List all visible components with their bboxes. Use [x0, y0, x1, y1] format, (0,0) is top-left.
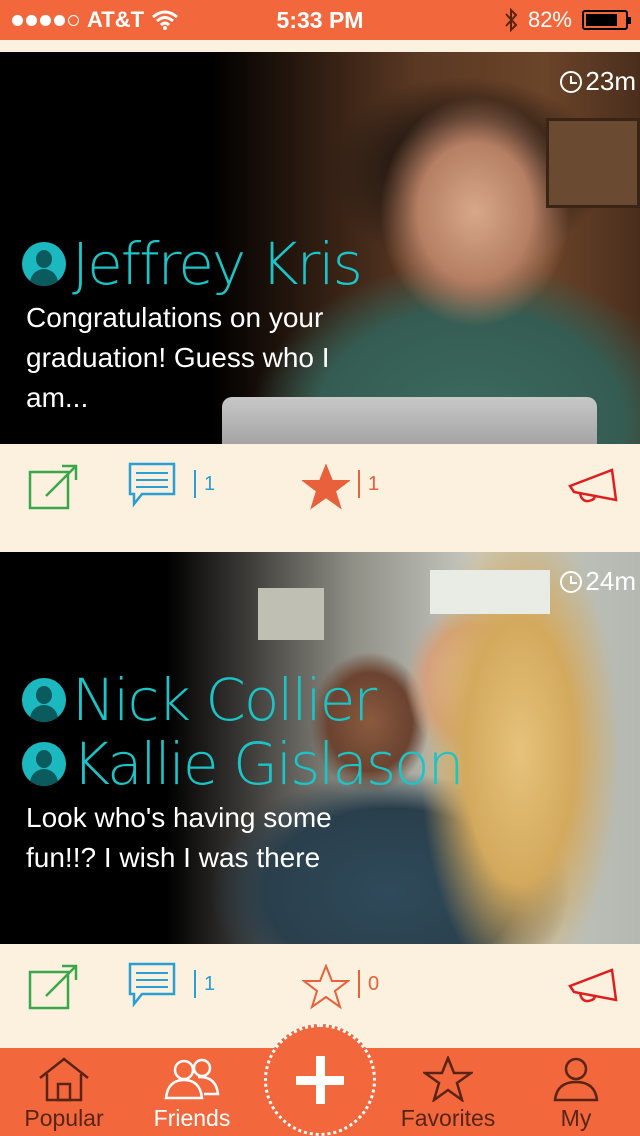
share-icon[interactable]: [28, 462, 82, 512]
post-caption: Look who's having some fun!!? I wish I w…: [26, 802, 332, 873]
tab-label: Friends: [153, 1105, 231, 1131]
person-name[interactable]: Kallie Gislason: [72, 732, 464, 796]
post-photo[interactable]: 24m Nick Collier Kallie Gislason Look wh…: [0, 552, 640, 944]
battery-fill: [586, 14, 618, 26]
person-name[interactable]: Nick Collier: [72, 668, 377, 732]
tab-label: Popular: [24, 1105, 104, 1131]
tab-favorites[interactable]: Favorites: [384, 1048, 512, 1136]
comment-icon[interactable]: [128, 962, 176, 1008]
person-name[interactable]: Jeffrey Kris: [72, 232, 363, 296]
timestamp-text: 23m: [585, 66, 636, 96]
megaphone-icon[interactable]: [568, 466, 620, 506]
tagged-person[interactable]: Nick Collier: [22, 668, 462, 732]
post-timestamp: 23m: [560, 66, 636, 97]
plus-icon-vertical: [315, 1056, 325, 1104]
person-icon: [22, 742, 66, 786]
user-icon: [553, 1057, 599, 1102]
megaphone-icon[interactable]: [568, 966, 620, 1006]
tab-popular[interactable]: Popular: [0, 1048, 128, 1136]
clock-icon: [560, 570, 583, 593]
clock-icon: [560, 70, 583, 93]
star-icon[interactable]: [302, 464, 350, 510]
favorite-count: 1: [358, 470, 379, 498]
status-right: 82%: [504, 0, 631, 40]
feed-post[interactable]: 24m Nick Collier Kallie Gislason Look wh…: [0, 552, 640, 1052]
photo-sign: [258, 588, 324, 640]
tab-label: My: [560, 1105, 592, 1131]
feed-post[interactable]: 23m Jeffrey Kris Congratulations on your…: [0, 52, 640, 552]
favorite-count: 0: [358, 970, 379, 998]
timestamp-text: 24m: [585, 566, 636, 596]
home-icon: [39, 1057, 89, 1102]
star-outline-icon: [423, 1056, 473, 1102]
photo-wall-frame: [546, 118, 640, 208]
comment-icon[interactable]: [128, 462, 176, 508]
tab-friends[interactable]: Friends: [128, 1048, 256, 1136]
tab-my[interactable]: My: [512, 1048, 640, 1136]
tab-label: Favorites: [400, 1105, 496, 1131]
post-photo[interactable]: 23m Jeffrey Kris Congratulations on your…: [0, 52, 640, 444]
post-timestamp: 24m: [560, 566, 636, 597]
bluetooth-icon: [505, 8, 518, 32]
tagged-person[interactable]: Jeffrey Kris: [22, 232, 363, 296]
post-action-bar: 1 1: [0, 444, 640, 552]
tagged-names: Nick Collier Kallie Gislason: [22, 668, 464, 796]
battery-icon: [582, 10, 631, 30]
share-icon[interactable]: [28, 962, 82, 1012]
comment-count: 1: [194, 470, 215, 498]
person-icon: [22, 242, 66, 286]
friends-icon: [164, 1058, 220, 1100]
add-post-button[interactable]: [264, 1024, 376, 1136]
status-bar: AT&T 5:33 PM 82%: [0, 0, 640, 40]
post-caption: Congratulations on your graduation! Gues…: [26, 302, 330, 413]
tagged-person[interactable]: Kallie Gislason: [22, 732, 464, 796]
battery-percent: 82%: [527, 7, 572, 32]
star-outline-icon[interactable]: [302, 964, 350, 1010]
tagged-names: Jeffrey Kris: [22, 232, 363, 296]
comment-count: 1: [194, 970, 215, 998]
feed-divider: [0, 40, 640, 52]
photo-banner: [430, 570, 550, 614]
person-icon: [22, 678, 66, 722]
